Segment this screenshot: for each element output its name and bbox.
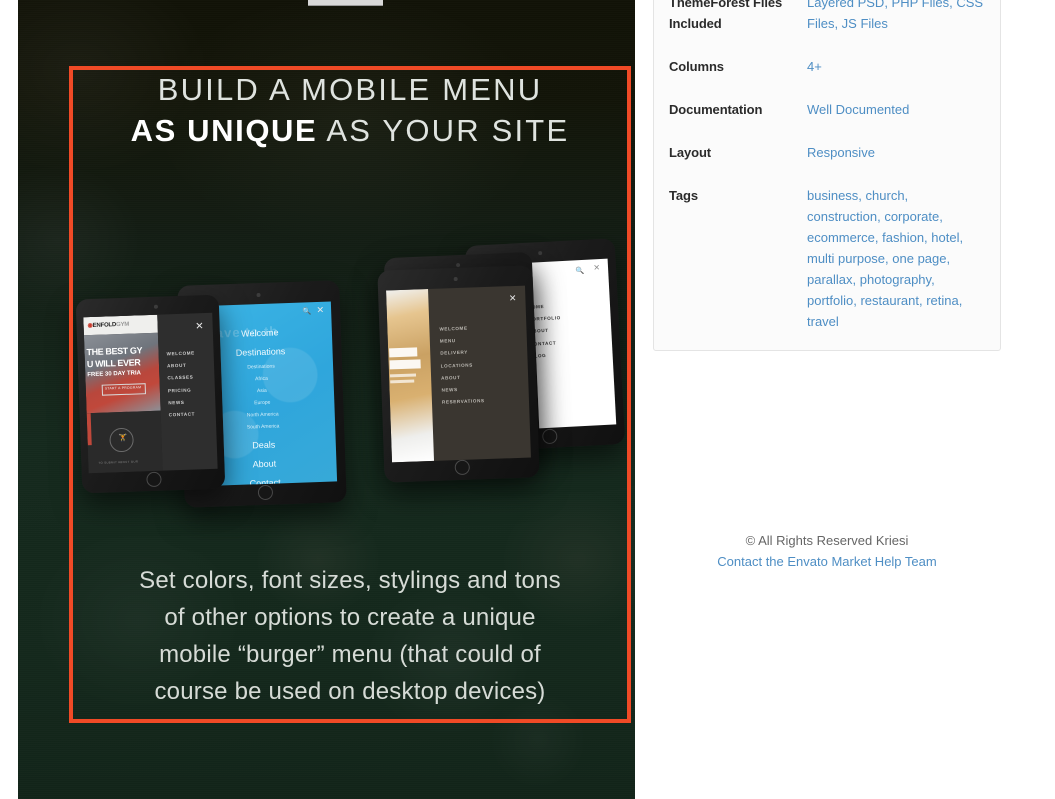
caption-line: mobile “burger” menu (that could of: [159, 641, 541, 668]
caption-line: Set colors, font sizes, stylings and ton…: [139, 567, 561, 594]
close-icon[interactable]: ✕: [593, 263, 600, 272]
preview-caption: Set colors, font sizes, stylings and ton…: [90, 562, 610, 710]
menu-item[interactable]: MENU: [440, 337, 483, 344]
item-attributes-card: Compatible With WordPress 4.6, WordPress…: [653, 0, 1001, 351]
menu-item[interactable]: ABOUT: [167, 363, 195, 369]
camera-dot: [455, 263, 461, 268]
home-button[interactable]: [454, 459, 470, 476]
attribute-row-documentation: Documentation Well Documented: [669, 88, 985, 131]
device-enfold-gym-tablet: ◉ENFOLDGYM THE BEST GY U WILL EVER FREE …: [75, 294, 226, 494]
menu-item[interactable]: CLASSES: [167, 375, 195, 381]
caption-line: of other options to create a unique: [164, 604, 536, 631]
attribute-row-themeforest-files-included: ThemeForest Files Included Layered PSD, …: [669, 0, 985, 45]
enfold-gym-menu: WELCOME ABOUT CLASSES PRICING NEWS CONTA…: [167, 350, 198, 424]
search-icon[interactable]: 🔍: [302, 308, 311, 315]
preview-image-panel[interactable]: BUILD A MOBILE MENU AS UNIQUE AS YOUR SI…: [18, 0, 635, 799]
camera-dot: [256, 292, 261, 298]
attribute-label: Layout: [669, 145, 712, 160]
attribute-row-columns: Columns 4+: [669, 45, 985, 88]
attribute-value[interactable]: Well Documented: [807, 99, 985, 120]
menu-item[interactable]: RESERVATIONS: [442, 398, 485, 404]
home-button[interactable]: [257, 484, 274, 501]
menu-item[interactable]: NEWS: [441, 386, 484, 393]
attribute-value[interactable]: Layered PSD, PHP Files, CSS Files, JS Fi…: [807, 0, 985, 34]
restaurant-menu: WELCOME MENU DELIVERY LOCATIONS ABOUT NE…: [439, 325, 485, 412]
menu-item[interactable]: DELIVERY: [440, 350, 483, 356]
camera-dot: [453, 276, 458, 282]
close-icon[interactable]: ✕: [316, 305, 324, 315]
camera-dot: [153, 304, 159, 309]
menu-item[interactable]: LOCATIONS: [441, 362, 484, 368]
attribute-label: Documentation: [669, 102, 763, 117]
enfold-gym-screen: ◉ENFOLDGYM THE BEST GY U WILL EVER FREE …: [83, 312, 218, 474]
attribute-row-layout: Layout Responsive: [669, 131, 985, 174]
close-icon[interactable]: ✕: [195, 321, 204, 332]
device-restaurant-dark-tablet: WELCOME MENU DELIVERY LOCATIONS ABOUT NE…: [377, 265, 540, 483]
menu-item[interactable]: NEWS: [168, 399, 196, 406]
attribute-value[interactable]: Responsive: [807, 142, 985, 163]
envato-help-link[interactable]: Contact the Envato Market Help Team: [717, 551, 936, 573]
attribute-row-tags: Tags business, church, construction, cor…: [669, 174, 985, 350]
camera-dot: [538, 251, 543, 256]
menu-item[interactable]: PRICING: [168, 387, 196, 393]
page-root: BUILD A MOBILE MENU AS UNIQUE AS YOUR SI…: [0, 0, 1055, 799]
menu-item[interactable]: WELCOME: [439, 325, 482, 332]
menu-item[interactable]: CONTACT: [169, 411, 197, 417]
attribute-value[interactable]: business, church, construction, corporat…: [807, 185, 985, 332]
menu-item[interactable]: ABOUT: [441, 374, 484, 381]
home-button[interactable]: [541, 428, 558, 445]
menu-item[interactable]: WELCOME: [167, 350, 195, 356]
attribute-value[interactable]: 4+: [807, 56, 985, 77]
home-button[interactable]: [145, 471, 162, 488]
search-icon[interactable]: 🔍: [575, 268, 584, 275]
close-icon[interactable]: ✕: [509, 293, 517, 303]
attribute-label: Columns: [669, 59, 724, 74]
page-footer: © All Rights Reserved Kriesi Contact the…: [653, 531, 1001, 573]
restaurant-screen: WELCOME MENU DELIVERY LOCATIONS ABOUT NE…: [386, 285, 531, 463]
caption-line: course be used on desktop devices): [154, 678, 546, 705]
attribute-label: Tags: [669, 188, 698, 203]
copyright-text: © All Rights Reserved Kriesi: [745, 533, 909, 548]
attribute-label: ThemeForest Files Included: [669, 0, 783, 31]
